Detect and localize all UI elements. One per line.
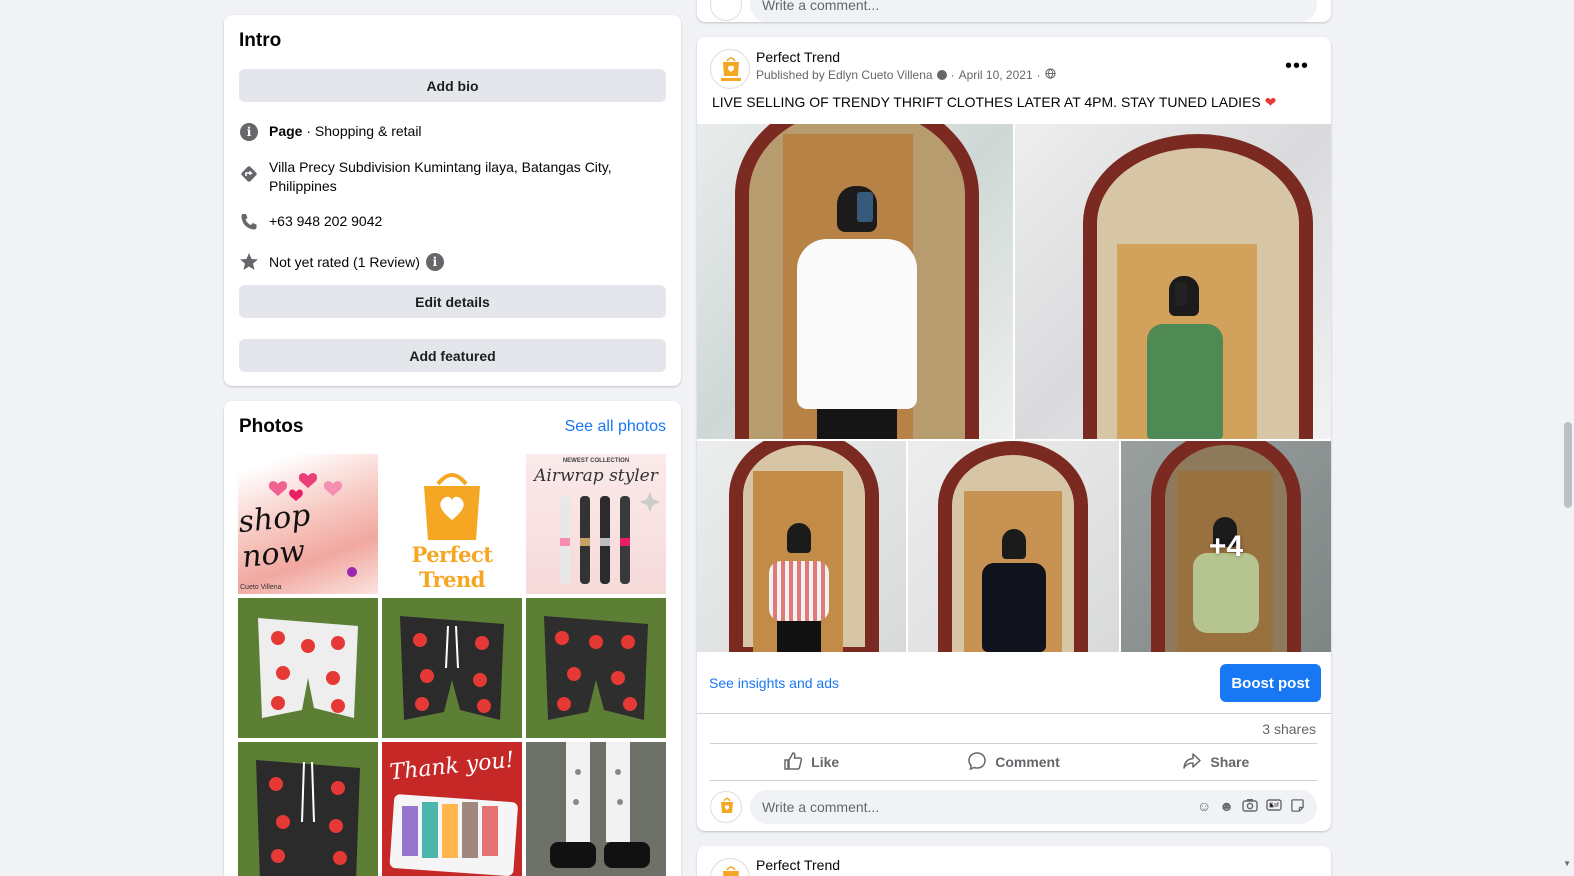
photo-tile-thank-you[interactable]: Thank you! bbox=[382, 742, 522, 876]
photo-tile-shorts-black-2[interactable] bbox=[526, 598, 666, 738]
photo-tile-shorts-white[interactable] bbox=[238, 598, 378, 738]
like-label: Like bbox=[811, 754, 840, 770]
intro-phone: +63 948 202 9042 bbox=[239, 212, 666, 232]
gif-icon[interactable] bbox=[1266, 798, 1282, 816]
camera-icon[interactable] bbox=[1242, 798, 1258, 816]
photo-tile-shop-now[interactable]: shop now Cueto Villena bbox=[238, 454, 378, 594]
photo-tile-shorts-black-1[interactable] bbox=[382, 598, 522, 738]
page-label: Page bbox=[269, 123, 303, 139]
photo-tile-logo[interactable]: Perfect Trend bbox=[382, 454, 522, 594]
intro-address: Villa Precy Subdivision Kumintang ilaya,… bbox=[239, 158, 666, 196]
like-button[interactable]: Like bbox=[710, 744, 912, 780]
profile-badge-icon bbox=[936, 70, 947, 80]
more-photos-count[interactable]: +4 bbox=[1121, 441, 1331, 652]
see-insights-link[interactable]: See insights and ads bbox=[709, 675, 839, 691]
divider bbox=[697, 713, 1331, 714]
post-card: Perfect Trend Published by Edlyn Cueto V… bbox=[697, 37, 1331, 831]
post-header: Perfect Trend Published by Edlyn Cueto V… bbox=[710, 49, 1056, 89]
address-text: Villa Precy Subdivision Kumintang ilaya,… bbox=[269, 159, 612, 194]
comment-composer: Write a comment... ☺ ☻ bbox=[710, 790, 1317, 824]
intro-page-category: i Page · Shopping & retail bbox=[239, 122, 666, 142]
post-photo-2[interactable] bbox=[1015, 124, 1331, 439]
intro-title: Intro bbox=[239, 30, 282, 51]
post-page-name[interactable]: Perfect Trend bbox=[756, 49, 1056, 65]
more-options-icon[interactable]: ••• bbox=[1285, 55, 1309, 78]
sticker-icon[interactable] bbox=[1290, 798, 1305, 816]
info-icon: i bbox=[239, 122, 259, 142]
avatar-sticker-icon[interactable]: ☺ bbox=[1197, 798, 1211, 816]
post-actions: Like Comment Share bbox=[710, 743, 1317, 781]
photo-tile-shorts-black-3[interactable] bbox=[238, 742, 378, 876]
share-label: Share bbox=[1210, 754, 1250, 770]
scroll-down-arrow-icon[interactable]: ▼ bbox=[1563, 859, 1571, 868]
post-photo-5-more[interactable]: +4 bbox=[1121, 441, 1331, 652]
post-text-content: LIVE SELLING OF TRENDY THRIFT CLOTHES LA… bbox=[712, 94, 1261, 110]
post-photo-1[interactable] bbox=[697, 124, 1013, 439]
photos-title: Photos bbox=[239, 416, 304, 437]
post-photo-3[interactable] bbox=[697, 441, 906, 652]
page-avatar[interactable] bbox=[710, 49, 750, 89]
photos-grid: shop now Cueto Villena Perfect Trend NEW… bbox=[238, 454, 667, 876]
rating-text: Not yet rated (1 Review) bbox=[269, 253, 420, 270]
photo-tile-airwrap[interactable]: NEWEST COLLECTION Airwrap styler bbox=[526, 454, 666, 594]
intro-rating: Not yet rated (1 Review) i bbox=[239, 252, 666, 272]
comment-bubble-icon bbox=[967, 751, 987, 774]
intro-card: Intro Add bio i Page · Shopping & retail… bbox=[224, 15, 681, 386]
shopping-bag-icon bbox=[721, 797, 733, 813]
previous-comment-placeholder: Write a comment... bbox=[762, 0, 880, 13]
published-by[interactable]: Published by Edlyn Cueto Villena bbox=[756, 68, 933, 82]
comment-button[interactable]: Comment bbox=[912, 744, 1114, 780]
comment-input[interactable]: Write a comment... ☺ ☻ bbox=[750, 790, 1317, 824]
commenter-avatar bbox=[710, 0, 742, 21]
phone-text: +63 948 202 9042 bbox=[269, 213, 383, 229]
star-icon bbox=[239, 252, 259, 272]
emoji-icon[interactable]: ☻ bbox=[1219, 798, 1234, 816]
next-post-card: Perfect Trend bbox=[697, 846, 1331, 876]
post-photo-4[interactable] bbox=[908, 441, 1119, 652]
shop-now-credit: Cueto Villena bbox=[240, 584, 282, 591]
commenter-avatar[interactable] bbox=[710, 791, 742, 823]
shares-count[interactable]: 3 shares bbox=[1262, 721, 1316, 737]
next-post-page-name[interactable]: Perfect Trend bbox=[756, 857, 840, 873]
scrollbar-thumb[interactable] bbox=[1564, 422, 1572, 508]
add-bio-button[interactable]: Add bio bbox=[239, 69, 666, 102]
directions-icon bbox=[239, 164, 259, 184]
add-featured-button[interactable]: Add featured bbox=[239, 339, 666, 372]
photos-card: Photos See all photos shop now Cueto Vil… bbox=[224, 401, 681, 876]
red-heart-icon: ❤ bbox=[1264, 94, 1277, 110]
photo-tile-socks[interactable] bbox=[526, 742, 666, 876]
phone-icon bbox=[239, 212, 259, 232]
thumbs-up-icon bbox=[783, 751, 803, 774]
comment-placeholder: Write a comment... bbox=[762, 799, 880, 815]
comment-tools: ☺ ☻ bbox=[1197, 798, 1305, 816]
share-arrow-icon bbox=[1182, 751, 1202, 774]
shopping-bag-icon bbox=[721, 57, 741, 81]
shopping-bag-icon bbox=[723, 866, 739, 876]
previous-comment-input[interactable]: Write a comment... bbox=[750, 0, 1317, 22]
page-category: · Shopping & retail bbox=[302, 123, 422, 139]
see-all-photos-link[interactable]: See all photos bbox=[565, 418, 666, 436]
globe-icon bbox=[1044, 68, 1056, 82]
logo-brand-text: Perfect Trend bbox=[411, 542, 493, 592]
comment-label: Comment bbox=[995, 754, 1060, 770]
boost-post-button[interactable]: Boost post bbox=[1220, 664, 1321, 702]
post-date[interactable]: April 10, 2021 bbox=[959, 68, 1033, 82]
shop-now-text: shop now bbox=[238, 497, 312, 576]
previous-post-card: Write a comment... bbox=[697, 0, 1331, 22]
share-button[interactable]: Share bbox=[1115, 744, 1317, 780]
post-text: LIVE SELLING OF TRENDY THRIFT CLOTHES LA… bbox=[712, 94, 1276, 111]
rating-info-icon[interactable]: i bbox=[425, 253, 444, 271]
post-meta: Published by Edlyn Cueto Villena · April… bbox=[756, 68, 1056, 82]
next-post-avatar[interactable] bbox=[710, 858, 750, 876]
edit-details-button[interactable]: Edit details bbox=[239, 285, 666, 318]
